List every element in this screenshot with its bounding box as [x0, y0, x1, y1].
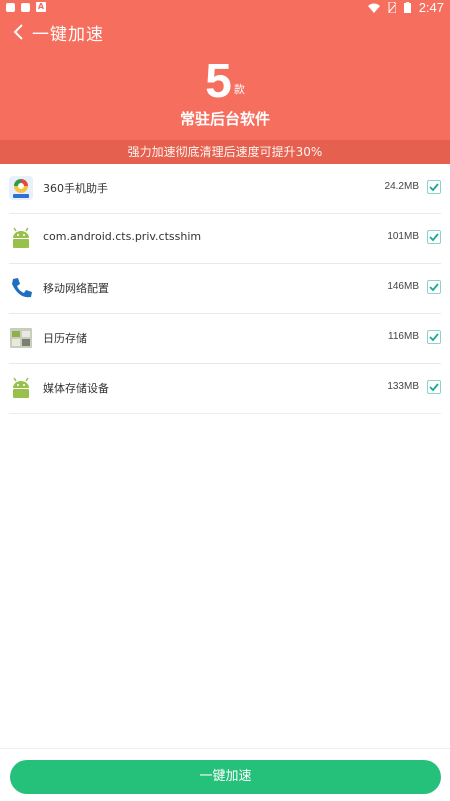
app-name: 移动网络配置 [43, 282, 109, 295]
checkmark-icon [429, 233, 439, 242]
app-count-number: 5 [205, 55, 232, 108]
android-icon [13, 377, 29, 398]
page-title: 一键加速 [32, 25, 104, 45]
list-item[interactable]: 日历存储 116MB [9, 314, 441, 364]
system-status: 2:47 [367, 0, 444, 15]
360-assistant-icon [9, 176, 33, 200]
app-size: 133MB [387, 381, 419, 392]
android-notification-icon [6, 2, 15, 12]
keyboard-notification-icon: A [36, 2, 46, 12]
notification-icons: A [6, 2, 46, 12]
no-sim-icon [388, 2, 396, 13]
wifi-icon [367, 3, 380, 13]
checkmark-icon [429, 333, 439, 342]
select-checkbox[interactable] [427, 380, 441, 394]
list-item[interactable]: 移动网络配置 146MB [9, 264, 441, 314]
phone-icon [12, 278, 32, 298]
app-size: 24.2MB [384, 181, 419, 192]
clock: 2:47 [418, 0, 444, 15]
select-checkbox[interactable] [427, 230, 441, 244]
top-bar: 一键加速 [0, 16, 450, 50]
select-checkbox[interactable] [427, 180, 441, 194]
app-size: 116MB [388, 331, 419, 342]
app-count-unit: 款 [233, 83, 245, 96]
status-bar: A 2:47 [0, 0, 450, 15]
footer-bar: 一键加速 [0, 748, 450, 801]
app-size: 101MB [387, 231, 419, 242]
speedup-banner: 强力加速彻底清理后速度可提升30% [0, 140, 450, 164]
list-item[interactable]: 媒体存储设备 133MB [9, 364, 441, 414]
checkmark-icon [429, 383, 439, 392]
android-icon [13, 227, 29, 248]
select-checkbox[interactable] [427, 330, 441, 344]
calendar-storage-icon [10, 328, 32, 348]
app-notification-icon [21, 2, 30, 12]
app-list: 360手机助手 24.2MB com.android.cts.priv.ctss… [0, 164, 450, 414]
app-name: 媒体存储设备 [43, 382, 109, 395]
battery-icon [403, 2, 411, 13]
app-name: com.android.cts.priv.ctsshim [43, 230, 202, 243]
checkmark-icon [429, 283, 439, 292]
app-name: 360手机助手 [43, 182, 108, 195]
list-item[interactable]: 360手机助手 24.2MB [9, 164, 441, 214]
app-size: 146MB [387, 281, 419, 292]
back-arrow-icon[interactable] [10, 22, 30, 42]
app-name: 日历存储 [43, 332, 87, 345]
checkmark-icon [429, 183, 439, 192]
app-count: 5款 [0, 58, 450, 108]
list-item[interactable]: com.android.cts.priv.ctsshim 101MB [9, 214, 441, 264]
count-subtitle: 常驻后台软件 [179, 110, 270, 128]
speed-up-button[interactable]: 一键加速 [10, 760, 441, 794]
select-checkbox[interactable] [427, 280, 441, 294]
header: A 2:47 一键加速 5款 常驻后台软件 强力加速彻底清理后速度可提升30% [0, 0, 450, 164]
